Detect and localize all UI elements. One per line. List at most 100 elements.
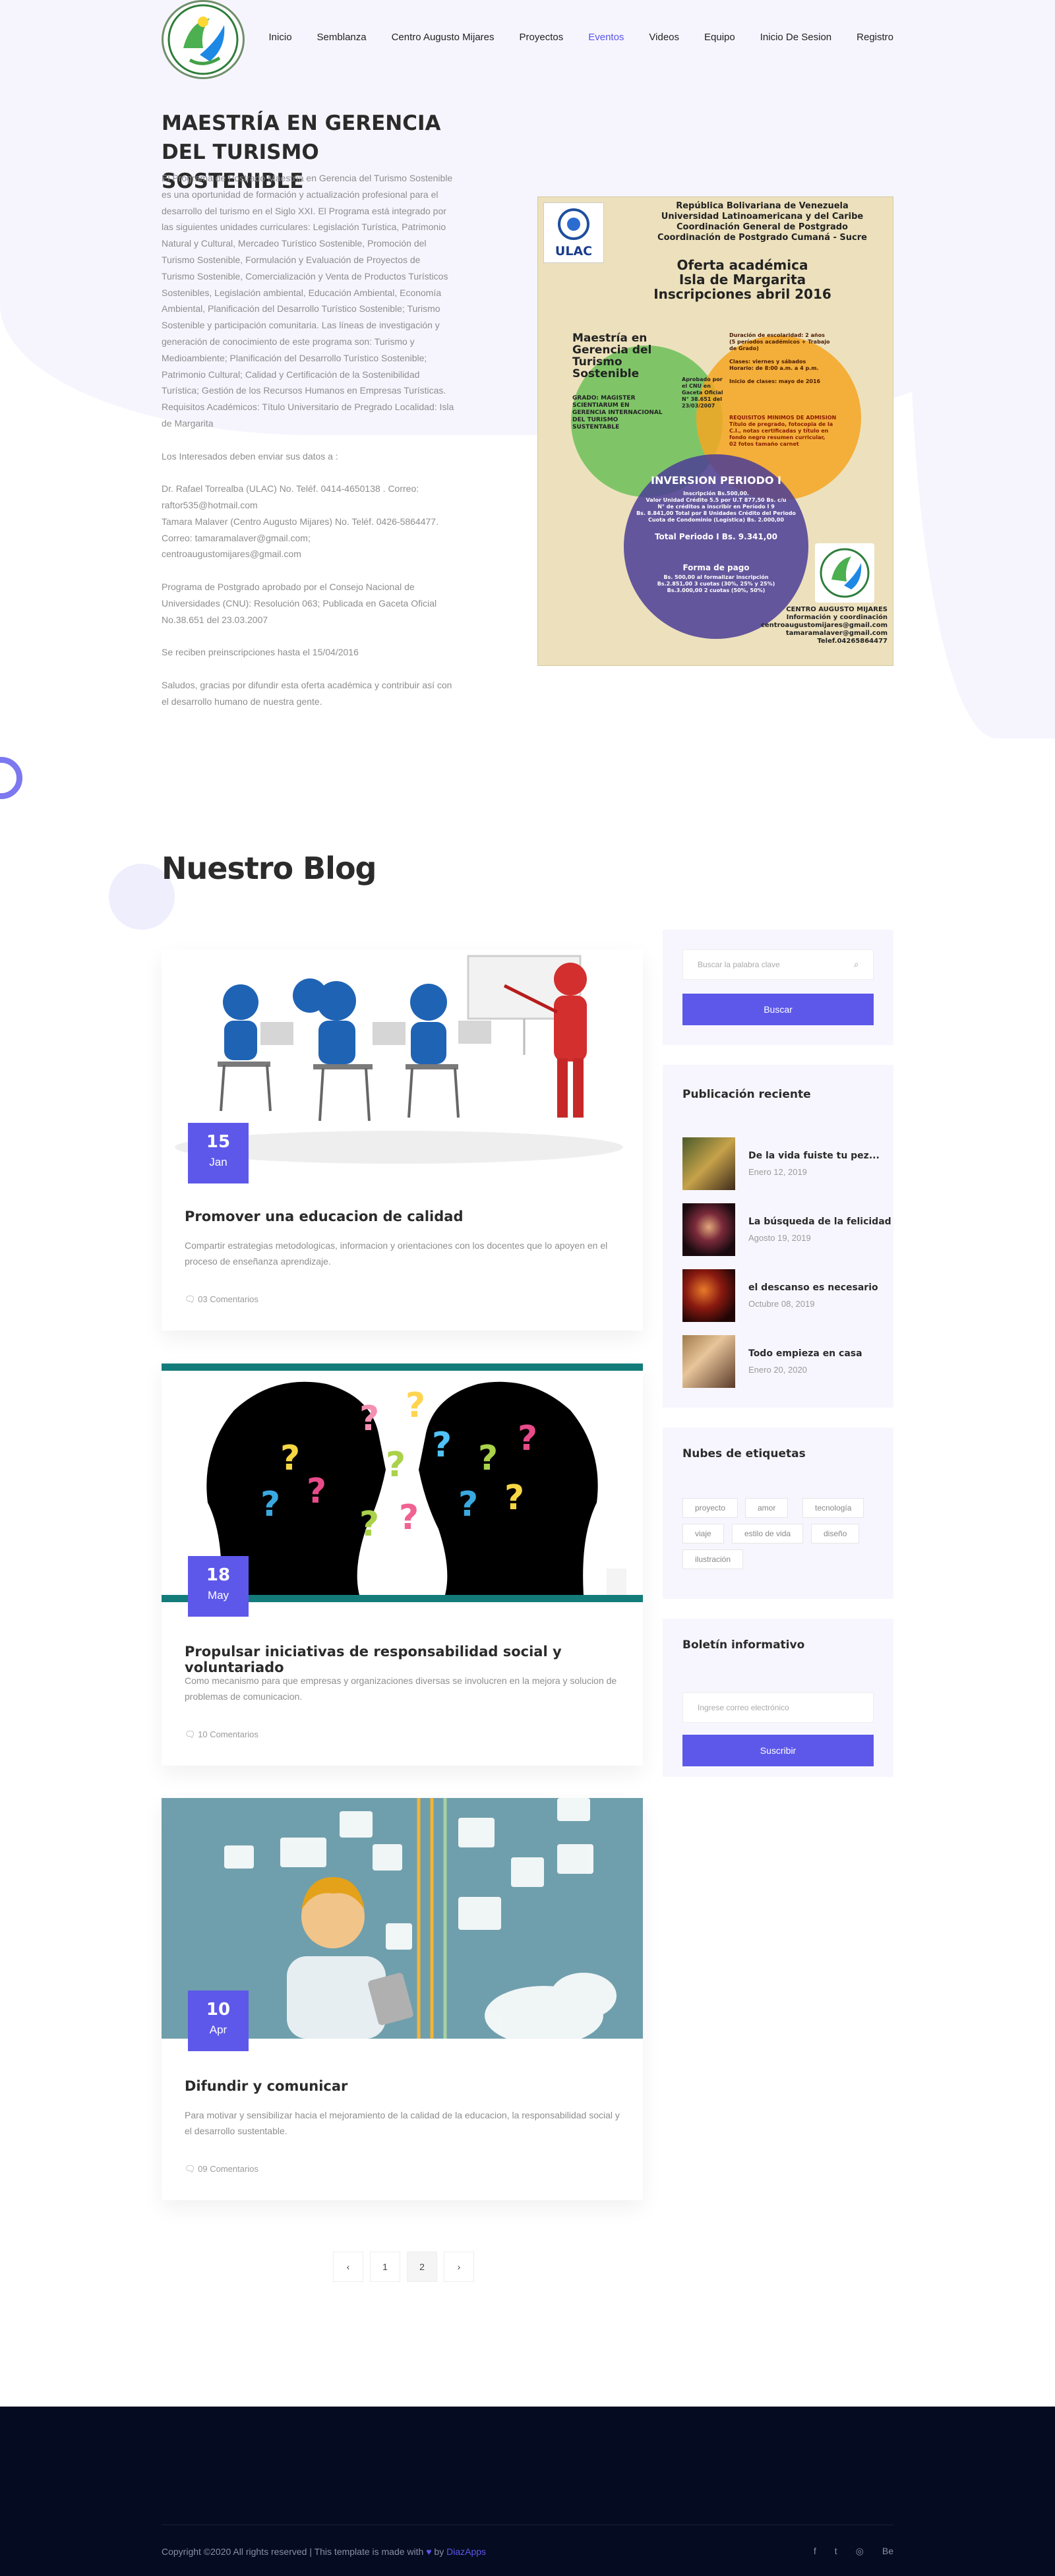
- tag-viaje[interactable]: viaje: [682, 1524, 724, 1543]
- pagination-prev[interactable]: ‹: [333, 2252, 363, 2282]
- post-excerpt: Compartir estrategias metodologicas, inf…: [185, 1240, 608, 1267]
- main-nav: Inicio Semblanza Centro Augusto Mijares …: [244, 32, 893, 43]
- search-widget: Buscar la palabra clave ⌕ Buscar: [663, 930, 893, 1045]
- recent-posts-title: Publicación reciente: [682, 1088, 811, 1101]
- event-paragraph: Se reciben preinscripciones hasta el 15/…: [162, 647, 359, 658]
- svg-text:?: ?: [307, 1472, 326, 1511]
- post-date-badge: 10 Apr: [188, 1991, 249, 2051]
- nav-videos[interactable]: Videos: [649, 32, 679, 43]
- recent-post-thumbnail[interactable]: [682, 1269, 735, 1322]
- flyer-program-name: Maestría en Gerencia del Turismo Sosteni…: [572, 332, 652, 380]
- flyer-total: Total Periodo I Bs. 9.341,00: [654, 532, 778, 541]
- flyer-cnu-approval: Aprobado por el CNU en Gaceta Oficial N°…: [682, 376, 723, 409]
- facebook-icon[interactable]: f: [814, 2546, 816, 2557]
- flyer-payment: Bs. 500,00 al formalizar inscripción Bs.…: [657, 574, 775, 593]
- flyer-requirements: REQUISITOS MINIMOS DE ADMISION Título de…: [729, 415, 837, 447]
- pagination-page-2[interactable]: 2: [407, 2252, 437, 2282]
- nav-inicio-de-sesion[interactable]: Inicio De Sesion: [760, 32, 831, 43]
- svg-text:?: ?: [280, 1439, 300, 1478]
- blog-post-card: 15 Jan Promover una educacion de calidad…: [162, 949, 643, 1331]
- comment-icon: 🗨: [185, 1729, 198, 1739]
- newsletter-subscribe-button[interactable]: Suscribir: [682, 1735, 874, 1766]
- nav-inicio[interactable]: Inicio: [269, 32, 292, 43]
- recent-post-item[interactable]: el descanso es necesario Octubre 08, 201…: [682, 1269, 880, 1322]
- nav-proyectos[interactable]: Proyectos: [520, 32, 564, 43]
- post-comments-count: 09 Comentarios: [198, 2164, 258, 2174]
- flyer-footer: CENTRO AUGUSTO MIJARES Información y coo…: [760, 606, 888, 645]
- pagination-next[interactable]: ›: [444, 2252, 474, 2282]
- pagination-page-1[interactable]: 1: [370, 2252, 400, 2282]
- tag-amor[interactable]: amor: [745, 1498, 789, 1518]
- recent-post-item[interactable]: De la vida fuiste tu pez... Enero 12, 20…: [682, 1137, 880, 1190]
- post-comments[interactable]: 🗨 10 Comentarios: [185, 1729, 258, 1740]
- nav-centro-augusto-mijares[interactable]: Centro Augusto Mijares: [392, 32, 495, 43]
- newsletter-email-input[interactable]: Ingrese correo electrónico: [682, 1692, 874, 1723]
- dribbble-icon[interactable]: ◎: [856, 2546, 864, 2557]
- tag-diseno[interactable]: diseño: [811, 1524, 860, 1543]
- site-footer: [0, 2407, 1055, 2576]
- recent-post-thumbnail[interactable]: [682, 1203, 735, 1256]
- svg-text:?: ?: [432, 1425, 452, 1465]
- search-icon[interactable]: ⌕: [854, 959, 859, 970]
- event-paragraph: Los Interesados deben enviar sus datos a…: [162, 450, 338, 462]
- nav-eventos[interactable]: Eventos: [588, 32, 624, 43]
- tags-title: Nubes de etiquetas: [682, 1447, 806, 1460]
- nav-equipo[interactable]: Equipo: [704, 32, 735, 43]
- post-excerpt: Para motivar y sensibilizar hacia el mej…: [185, 2110, 620, 2136]
- event-flyer-image: ULAC República Bolivariana de Venezuela …: [537, 196, 893, 666]
- recent-post-title[interactable]: La búsqueda de la felicidad: [748, 1216, 891, 1227]
- post-comments[interactable]: 🗨 09 Comentarios: [185, 2164, 258, 2174]
- svg-text:?: ?: [399, 1498, 419, 1538]
- copyright-prefix: Copyright ©2020 All rights reserved | Th…: [162, 2546, 424, 2557]
- recent-post-item[interactable]: La búsqueda de la felicidad Agosto 19, 2…: [682, 1203, 891, 1256]
- recent-post-title[interactable]: Todo empieza en casa: [748, 1348, 862, 1359]
- event-description: El Programa de Postrado Maestría en Gere…: [162, 170, 455, 726]
- site-logo[interactable]: [162, 0, 245, 79]
- post-comments-count: 10 Comentarios: [198, 1729, 258, 1739]
- svg-text:?: ?: [478, 1439, 498, 1478]
- svg-text:?: ?: [359, 1505, 379, 1544]
- svg-text:?: ?: [260, 1485, 280, 1524]
- svg-text:?: ?: [359, 1399, 379, 1439]
- brand-link[interactable]: DiazApps: [446, 2546, 486, 2557]
- copyright-text: Copyright ©2020 All rights reserved | Th…: [162, 2546, 486, 2557]
- post-date-day: 15: [206, 1132, 231, 1152]
- recent-post-date: Enero 20, 2020: [748, 1365, 807, 1375]
- nav-semblanza[interactable]: Semblanza: [317, 32, 367, 43]
- post-date-day: 18: [206, 1565, 231, 1585]
- tag-proyecto[interactable]: proyecto: [682, 1498, 738, 1518]
- recent-post-title[interactable]: De la vida fuiste tu pez...: [748, 1151, 880, 1161]
- blog-post-card: 10 Apr Difundir y comunicar Para motivar…: [162, 1798, 643, 2200]
- tag-estilo-de-vida[interactable]: estilo de vida: [732, 1524, 804, 1543]
- behance-icon[interactable]: Be: [882, 2546, 893, 2557]
- newsletter-title: Boletín informativo: [682, 1638, 805, 1652]
- post-comments[interactable]: 🗨 03 Comentarios: [185, 1294, 258, 1305]
- search-input[interactable]: Buscar la palabra clave: [682, 949, 874, 980]
- post-date-badge: 18 May: [188, 1556, 249, 1617]
- copyright-by: by: [434, 2546, 444, 2557]
- recent-post-date: Octubre 08, 2019: [748, 1299, 815, 1309]
- blog-post-card: ??? ??? ??? ???? 18 May Propulsar inicia…: [162, 1363, 643, 1766]
- nav-registro[interactable]: Registro: [857, 32, 893, 43]
- event-paragraph: Saludos, gracias por difundir esta ofert…: [162, 679, 452, 707]
- comment-icon: 🗨: [185, 2164, 198, 2174]
- flyer-cam-logo: [815, 543, 874, 603]
- recent-post-thumbnail[interactable]: [682, 1335, 735, 1388]
- recent-post-thumbnail[interactable]: [682, 1137, 735, 1190]
- post-excerpt: Como mecanismo para que empresas y organ…: [185, 1675, 617, 1702]
- post-title[interactable]: Promover una educacion de calidad: [185, 1209, 463, 1224]
- event-paragraph: El Programa de Postrado Maestría en Gere…: [162, 173, 454, 429]
- twitter-icon[interactable]: t: [835, 2546, 837, 2557]
- tags-widget: Nubes de etiquetas proyecto amor tecnolo…: [663, 1427, 893, 1599]
- recent-posts-widget: Publicación reciente De la vida fuiste t…: [663, 1065, 893, 1408]
- tag-ilustracion[interactable]: ilustración: [682, 1549, 744, 1569]
- social-links: f t ◎ Be: [814, 2546, 893, 2557]
- decorative-ring: [0, 757, 22, 799]
- recent-post-item[interactable]: Todo empieza en casa Enero 20, 2020: [682, 1335, 880, 1388]
- post-title[interactable]: Difundir y comunicar: [185, 2078, 347, 2094]
- tag-tecnologia[interactable]: tecnología: [802, 1498, 864, 1518]
- post-title[interactable]: Propulsar iniciativas de responsabilidad…: [185, 1644, 643, 1675]
- recent-post-title[interactable]: el descanso es necesario: [748, 1282, 878, 1293]
- blog-heading: Nuestro Blog: [162, 851, 377, 886]
- search-button[interactable]: Buscar: [682, 994, 874, 1025]
